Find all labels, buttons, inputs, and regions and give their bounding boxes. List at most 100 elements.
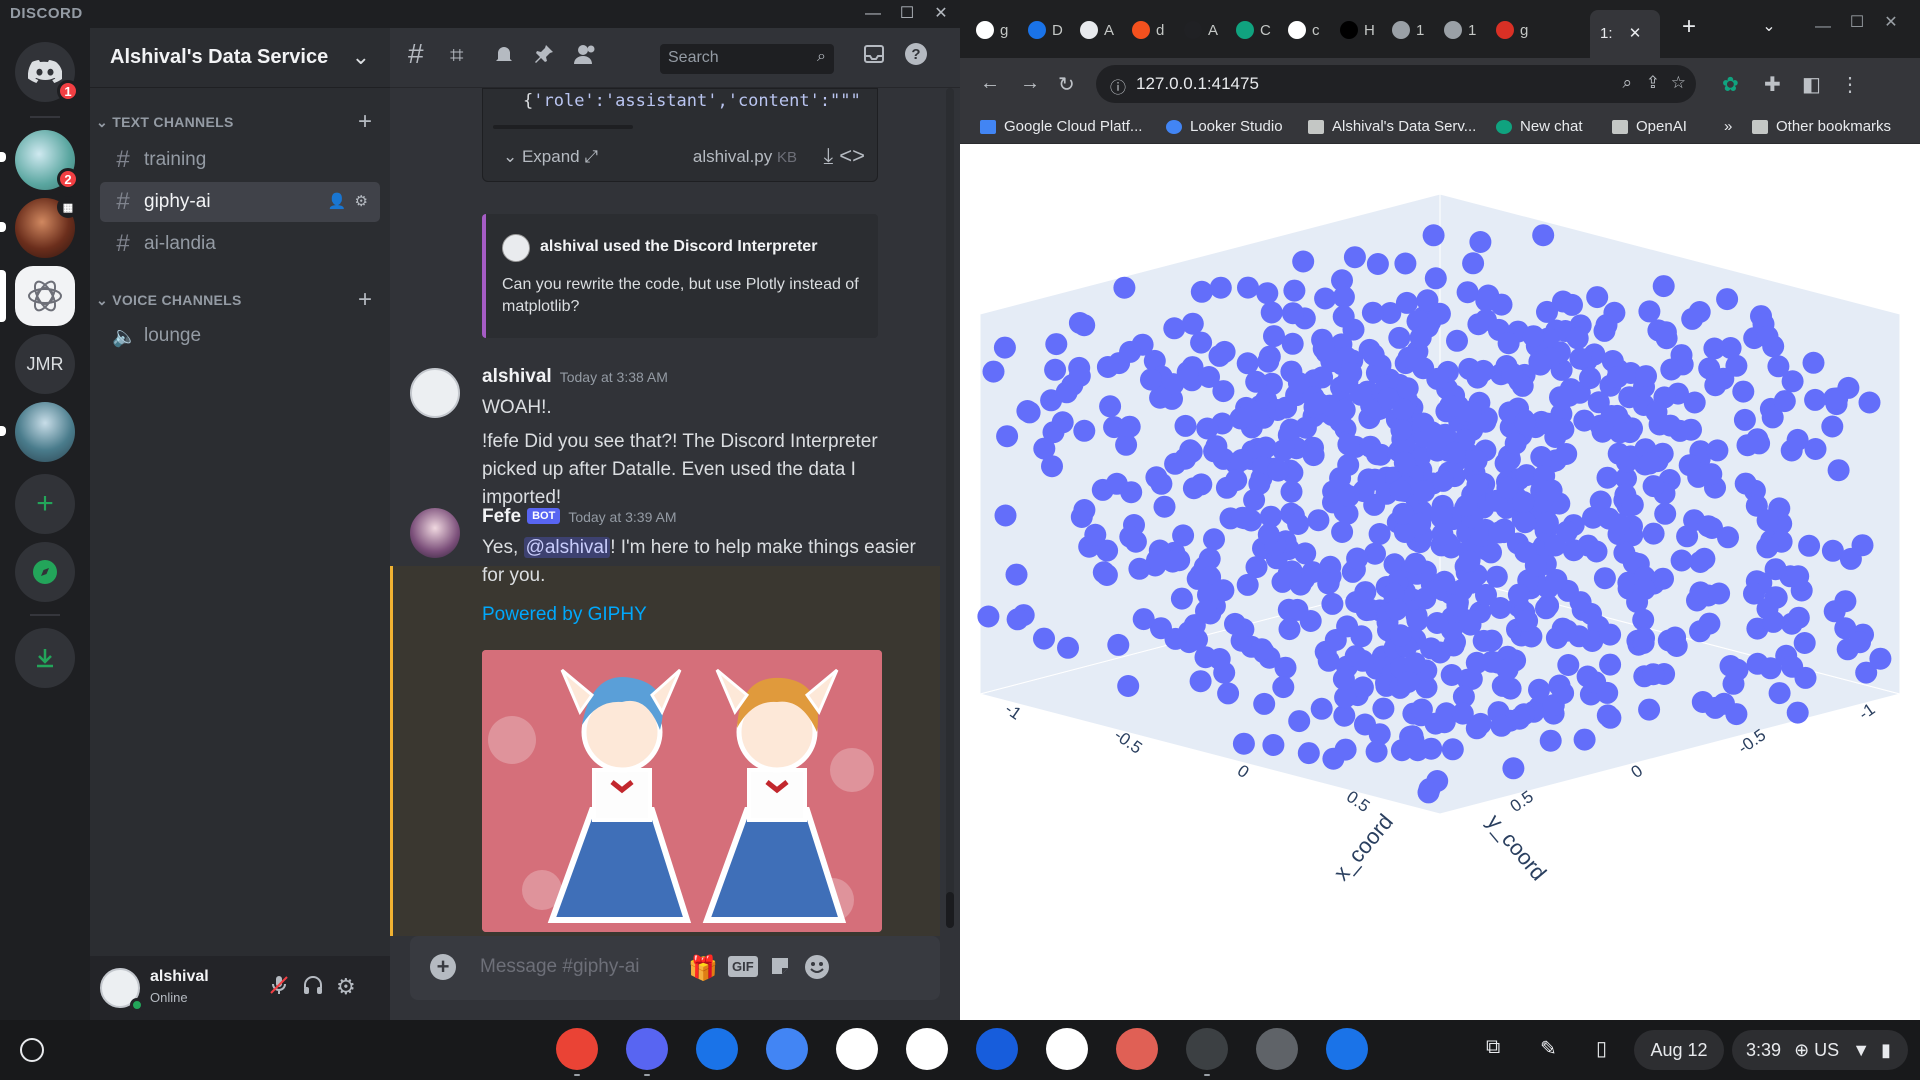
category-voice-channels[interactable]: ⌄ VOICE CHANNELS — [96, 292, 242, 309]
message-input[interactable]: Message #giphy-ai — [480, 956, 639, 978]
channel-giphy-ai[interactable]: # giphy-ai 👤 ⚙ — [100, 182, 380, 222]
other-bookmarks[interactable]: Other bookmarks — [1752, 118, 1891, 135]
avatar[interactable] — [410, 368, 460, 418]
menu-kebab-icon[interactable]: ⋮ — [1840, 72, 1860, 97]
sticker-icon[interactable] — [768, 954, 792, 985]
gift-icon[interactable]: 🎁 — [688, 954, 718, 983]
guild-header[interactable]: Alshival's Data Service ⌄ — [90, 28, 390, 88]
browser-tab[interactable]: c — [1288, 16, 1320, 44]
browser-tab[interactable]: g — [976, 16, 1008, 44]
zoom-icon[interactable]: ⌕ — [1622, 73, 1632, 93]
terminal-app-icon[interactable] — [1186, 1028, 1228, 1070]
create-voice-channel-button[interactable]: + — [358, 286, 372, 314]
browser-tab[interactable]: C — [1236, 16, 1271, 44]
attach-plus-icon[interactable]: + — [430, 954, 456, 980]
tab-active[interactable]: 1: ✕ — [1590, 10, 1660, 58]
date-chip[interactable]: Aug 12 — [1634, 1030, 1724, 1070]
bookmark-new-chat[interactable]: New chat — [1496, 118, 1583, 135]
user-settings-gear-icon[interactable]: ⚙ — [336, 974, 356, 1000]
emoji-icon[interactable] — [804, 954, 830, 987]
gif-button[interactable]: GIF — [728, 956, 758, 977]
bookmarks-overflow[interactable]: » — [1724, 118, 1732, 135]
chat-scrollbar[interactable] — [946, 88, 954, 928]
category-text-channels[interactable]: ⌄ TEXT CHANNELS — [96, 114, 234, 131]
inbox-icon[interactable] — [862, 42, 886, 73]
address-bar[interactable]: ⓘ 127.0.0.1:41475 ⌕ ⇪ ☆ — [1096, 65, 1696, 103]
chatgpt-extension-icon[interactable]: ✿ — [1722, 72, 1739, 97]
screen-capture-icon[interactable]: ⧉ — [1486, 1036, 1500, 1059]
bookmark-looker[interactable]: Looker Studio — [1166, 118, 1283, 135]
server-character-button[interactable]: ▦ — [15, 196, 79, 258]
headphones-icon[interactable] — [302, 974, 324, 1002]
gif-image[interactable] — [482, 650, 882, 932]
bitwarden-app-icon[interactable] — [976, 1028, 1018, 1070]
discord-home-button[interactable]: 1 — [15, 42, 79, 102]
server-blob-button[interactable]: 2 — [15, 130, 79, 190]
chrome-app-icon[interactable] — [556, 1028, 598, 1070]
browser-tab[interactable]: 1 — [1444, 16, 1476, 44]
paint-app-icon[interactable] — [1116, 1028, 1158, 1070]
plotly-3d-chart[interactable]: -1-0.500.5-1-0.500.510.50-0.5-1x_coordy_… — [868, 144, 1920, 1020]
avatar[interactable] — [410, 508, 460, 558]
browser-tab[interactable]: A — [1080, 16, 1114, 44]
browser-tab[interactable]: D — [1028, 16, 1063, 44]
bookmark-gcp[interactable]: Google Cloud Platf... — [980, 118, 1142, 135]
add-server-button[interactable]: + — [15, 474, 75, 534]
extensions-puzzle-icon[interactable]: ✚ — [1764, 72, 1781, 97]
drive-app-icon[interactable] — [906, 1028, 948, 1070]
download-icon[interactable]: ⤓ — [823, 143, 833, 168]
browser-tab[interactable]: A — [1184, 16, 1218, 44]
help-icon[interactable]: ? — [904, 42, 928, 73]
code-editor-app-icon[interactable] — [1256, 1028, 1298, 1070]
member-list-icon[interactable] — [572, 42, 598, 73]
channel-ai-landia[interactable]: # ai-landia — [100, 224, 380, 264]
channel-lounge[interactable]: 🔈 lounge — [100, 316, 380, 356]
download-apps-button[interactable] — [15, 628, 75, 688]
browser-tab[interactable]: 1 — [1392, 16, 1424, 44]
close-tab-icon[interactable]: ✕ — [1629, 25, 1642, 42]
gmail-app-icon[interactable] — [836, 1028, 878, 1070]
reload-icon[interactable]: ↻ — [1058, 72, 1075, 97]
close-button[interactable]: ✕ — [1878, 12, 1904, 34]
message-author[interactable]: alshival Today at 3:38 AM — [482, 366, 668, 388]
browser-tab[interactable]: d — [1132, 16, 1164, 44]
mute-mic-icon[interactable] — [268, 974, 290, 1002]
maximize-button[interactable]: ☐ — [894, 3, 920, 25]
channel-training[interactable]: # training — [100, 140, 380, 180]
create-channel-button[interactable]: + — [358, 108, 372, 136]
bookmark-openai[interactable]: OpenAI — [1612, 118, 1687, 135]
launcher-icon[interactable] — [20, 1038, 44, 1062]
close-button[interactable]: ✕ — [928, 3, 954, 25]
browser-tab[interactable]: g — [1496, 16, 1528, 44]
gear-icon[interactable]: ⚙ — [355, 193, 368, 210]
minimize-button[interactable]: — — [860, 3, 886, 25]
code-view-icon[interactable]: <> — [839, 143, 865, 168]
messages-app-icon[interactable] — [766, 1028, 808, 1070]
side-panel-icon[interactable]: ◧ — [1802, 72, 1821, 97]
share-icon[interactable]: ⇪ — [1646, 73, 1660, 93]
threads-icon[interactable]: ⌗ — [450, 42, 464, 70]
expand-button[interactable]: ⌄ Expand ⤢ — [503, 147, 598, 167]
stylus-icon[interactable]: ✎ — [1540, 1036, 1557, 1061]
camera-app-icon[interactable] — [1326, 1028, 1368, 1070]
user-mention[interactable]: @alshival — [523, 537, 611, 558]
tab-search-icon[interactable]: ⌄ — [1756, 16, 1782, 38]
browser-tab[interactable]: H — [1340, 16, 1375, 44]
new-tab-button[interactable]: + — [1676, 15, 1702, 39]
chat-scrollbar-thumb[interactable] — [946, 892, 954, 928]
phone-hub-icon[interactable]: ▯ — [1596, 1036, 1607, 1061]
phone-app-icon[interactable] — [1046, 1028, 1088, 1070]
bookmark-star-icon[interactable]: ☆ — [1671, 73, 1686, 93]
status-tray[interactable]: 3:39 ⊕ US ▼ ▮ — [1732, 1030, 1908, 1070]
forward-icon[interactable]: → — [1020, 72, 1040, 95]
server-landscape-button[interactable] — [15, 402, 75, 462]
maximize-button[interactable]: ☐ — [1844, 12, 1870, 34]
explore-servers-button[interactable] — [15, 542, 75, 602]
message-author[interactable]: Fefe BOT Today at 3:39 AM — [482, 506, 677, 528]
site-info-icon[interactable]: ⓘ — [1110, 74, 1126, 98]
minimize-button[interactable]: — — [1810, 16, 1836, 38]
bell-icon[interactable] — [492, 42, 516, 73]
invite-icon[interactable]: 👤 — [328, 193, 347, 210]
files-app-icon[interactable] — [696, 1028, 738, 1070]
server-jmr-button[interactable]: JMR — [15, 334, 75, 394]
